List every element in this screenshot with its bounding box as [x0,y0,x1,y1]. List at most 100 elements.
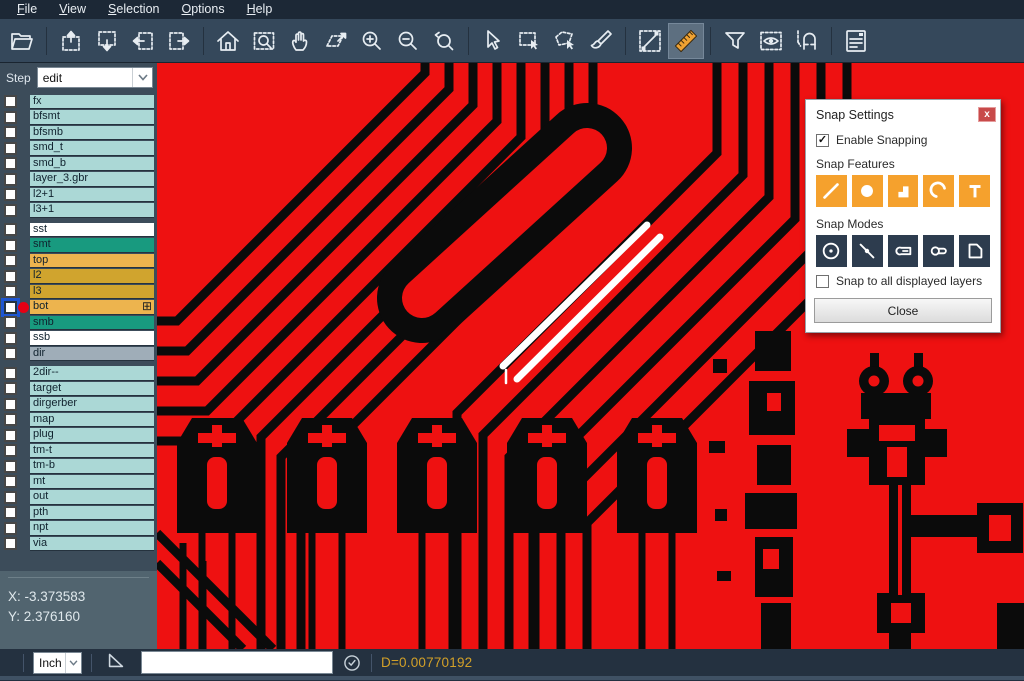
layer-row[interactable]: out [0,490,157,506]
layer-row[interactable]: dirgerber [0,397,157,413]
menu-file[interactable]: File [6,1,48,18]
snap-feature-circle-icon[interactable] [852,175,883,207]
layer-visibility-checkbox[interactable] [4,254,17,267]
layer-row[interactable]: l3+1 [0,203,157,219]
layer-visibility-checkbox[interactable] [4,316,17,329]
layer-row[interactable]: smb [0,315,157,331]
layer-row-selected[interactable]: bot⊞ [0,300,157,316]
layer-row[interactable]: tm-t [0,443,157,459]
layer-row[interactable]: layer_3.gbr [0,172,157,188]
layer-visibility-checkbox[interactable] [4,398,17,411]
layer-visibility-checkbox[interactable] [4,429,17,442]
layer-visibility-checkbox[interactable] [4,460,17,473]
snap-feature-text-icon[interactable] [959,175,990,207]
menu-options[interactable]: Options [170,1,235,18]
layer-visibility-checkbox[interactable] [4,239,17,252]
measure-input[interactable] [141,651,333,674]
layer-row[interactable]: via [0,536,157,552]
layer-visibility-checkbox[interactable] [4,537,17,550]
layer-row[interactable]: pth [0,505,157,521]
measure-ruler-icon[interactable] [668,23,704,59]
layer-row[interactable]: fx [0,94,157,110]
layer-row[interactable]: smd_t [0,141,157,157]
layer-visibility-checkbox[interactable] [4,332,17,345]
filter-icon[interactable] [717,23,753,59]
layer-row[interactable]: top [0,253,157,269]
pcb-canvas[interactable]: Snap Settings x ✓ Enable Snapping Snap F… [157,63,1024,649]
pan-left-icon[interactable] [125,23,161,59]
pan-up-icon[interactable] [53,23,89,59]
dialog-titlebar[interactable]: Snap Settings x [806,100,1000,126]
layer-row[interactable]: l3 [0,284,157,300]
unit-select[interactable]: Inch [33,652,82,674]
zoom-window-icon[interactable] [246,23,282,59]
close-button[interactable]: Close [814,298,992,323]
menu-view[interactable]: View [48,1,97,18]
select-polygon-icon[interactable] [547,23,583,59]
snap-mode-polygon-icon[interactable] [959,235,990,267]
layer-visibility-checkbox[interactable] [4,270,17,283]
layer-visibility-checkbox[interactable] [4,491,17,504]
close-icon[interactable]: x [978,107,996,122]
snap-all-layers-checkbox[interactable] [816,275,829,288]
layer-list-icon[interactable] [838,23,874,59]
snap-feature-corner-icon[interactable] [888,175,919,207]
layer-row[interactable]: ssb [0,331,157,347]
snap-mode-center-icon[interactable] [816,235,847,267]
layer-row[interactable]: npt [0,521,157,537]
layer-row[interactable]: mt [0,474,157,490]
select-cursor-icon[interactable] [475,23,511,59]
apply-check-icon[interactable] [342,653,362,673]
layer-visibility-checkbox[interactable] [4,126,17,139]
layer-visibility-checkbox[interactable] [4,204,17,217]
layer-visibility-checkbox[interactable] [4,111,17,124]
zoom-previous-icon[interactable] [426,23,462,59]
open-file-icon[interactable] [4,23,40,59]
snap-magnet-icon[interactable] [789,23,825,59]
angle-measure-icon[interactable] [105,649,127,676]
layer-row[interactable]: tm-b [0,459,157,475]
snap-all-layers-row[interactable]: Snap to all displayed layers [806,267,1000,288]
menu-selection[interactable]: Selection [97,1,170,18]
enable-snapping-checkbox[interactable]: ✓ [816,134,829,147]
menu-help[interactable]: Help [236,1,284,18]
snap-mode-slot-round-icon[interactable] [923,235,954,267]
pan-right-icon[interactable] [161,23,197,59]
layer-visibility-checkbox[interactable] [4,506,17,519]
layer-visibility-checkbox[interactable] [4,413,17,426]
layer-visibility-checkbox[interactable] [4,95,17,108]
layer-row[interactable]: target [0,381,157,397]
measure-line-icon[interactable] [632,23,668,59]
layer-visibility-checkbox[interactable] [4,382,17,395]
chevron-down-icon[interactable] [65,653,81,673]
layer-row[interactable]: bfsmt [0,110,157,126]
zoom-in-icon[interactable] [354,23,390,59]
layer-visibility-checkbox[interactable] [4,188,17,201]
cleanup-brush-icon[interactable] [583,23,619,59]
snap-feature-arc-icon[interactable] [923,175,954,207]
layer-visibility-checkbox[interactable] [4,475,17,488]
grid-icon[interactable]: ⊞ [142,300,154,314]
zoom-object-icon[interactable] [318,23,354,59]
layer-row[interactable]: bfsmb [0,125,157,141]
layer-row[interactable]: smd_b [0,156,157,172]
layer-visibility-checkbox[interactable] [4,367,17,380]
layer-row[interactable]: sst [0,222,157,238]
layer-visibility-checkbox[interactable] [4,301,17,314]
layer-visibility-checkbox[interactable] [4,173,17,186]
step-select[interactable]: edit [37,67,153,88]
layer-row[interactable]: plug [0,428,157,444]
chevron-down-icon[interactable] [132,68,152,87]
zoom-out-icon[interactable] [390,23,426,59]
enable-snapping-row[interactable]: ✓ Enable Snapping [806,126,1000,147]
layer-visibility-checkbox[interactable] [4,347,17,360]
pan-hand-icon[interactable] [282,23,318,59]
snap-mode-slot-end-icon[interactable] [888,235,919,267]
layer-visibility-checkbox[interactable] [4,157,17,170]
layer-visibility-checkbox[interactable] [4,522,17,535]
layer-visibility-checkbox[interactable] [4,444,17,457]
layer-row[interactable]: smt [0,238,157,254]
layer-row[interactable]: dir [0,346,157,362]
layer-row[interactable]: 2dir-- [0,366,157,382]
select-rectangle-icon[interactable] [511,23,547,59]
